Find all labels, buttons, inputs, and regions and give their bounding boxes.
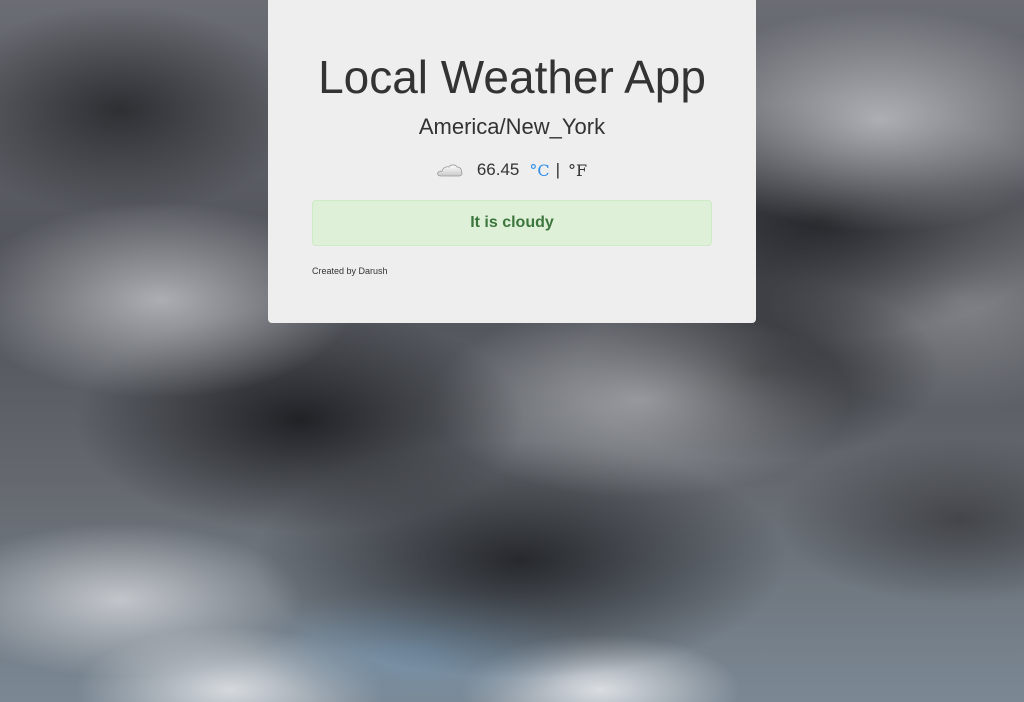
footer-credit: Created by Darush <box>312 266 388 276</box>
location-label: America/New_York <box>418 114 606 139</box>
unit-separator: | <box>555 160 561 179</box>
weather-card: Local Weather App America/New_York 66.45… <box>268 0 756 323</box>
celsius-toggle[interactable]: °C <box>529 161 549 180</box>
fahrenheit-toggle[interactable]: °F <box>568 161 587 180</box>
page-title: Local Weather App <box>318 51 706 103</box>
weather-status-alert: It is cloudy <box>312 200 712 246</box>
weather-status-text: It is cloudy <box>470 214 554 231</box>
temperature-value: 66.45 <box>476 160 520 179</box>
temperature-row: 66.45 °C | °F <box>312 158 712 182</box>
cloud-icon <box>437 163 463 177</box>
